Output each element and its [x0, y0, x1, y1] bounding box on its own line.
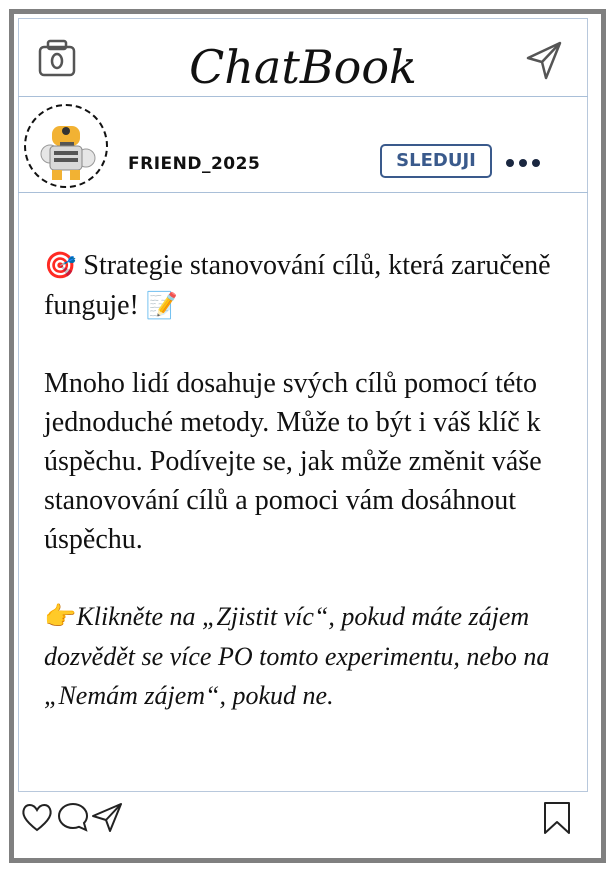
share-icon[interactable]	[90, 800, 124, 834]
post-headline: Strategie stanovování cílů, která zaruče…	[44, 250, 551, 321]
post-cta: Klikněte na „Zjistit víc“, pokud máte zá…	[44, 602, 550, 710]
post-body: Mnoho lidí dosahuje svých cílů pomocí té…	[44, 368, 542, 555]
target-icon: 🎯	[44, 251, 77, 281]
post-author-bar: FRIEND_2025 SLEDUJI	[18, 96, 588, 193]
post-actions	[0, 800, 610, 840]
post-cta-line: 👉Klikněte na „Zjistit víc“, pokud máte z…	[44, 597, 564, 715]
paper-plane-icon[interactable]	[526, 40, 562, 80]
memo-icon: 📝	[145, 291, 179, 321]
avatar[interactable]	[24, 104, 108, 188]
heart-icon[interactable]	[20, 800, 54, 834]
comment-bubble-icon[interactable]	[56, 800, 90, 834]
post-headline-line: 🎯 Strategie stanovování cílů, která zaru…	[44, 246, 564, 326]
app-logo: ChatBook	[189, 40, 417, 94]
app-header: ChatBook	[18, 18, 588, 97]
more-dots-icon[interactable]	[506, 152, 550, 167]
robot-avatar-icon	[40, 126, 96, 180]
follow-button[interactable]: SLEDUJI	[380, 144, 492, 178]
pointing-hand-icon: 👉	[44, 602, 77, 632]
username[interactable]: FRIEND_2025	[128, 154, 260, 174]
post-content: 🎯 Strategie stanovování cílů, která zaru…	[44, 246, 564, 715]
bookmark-icon[interactable]	[540, 800, 574, 836]
